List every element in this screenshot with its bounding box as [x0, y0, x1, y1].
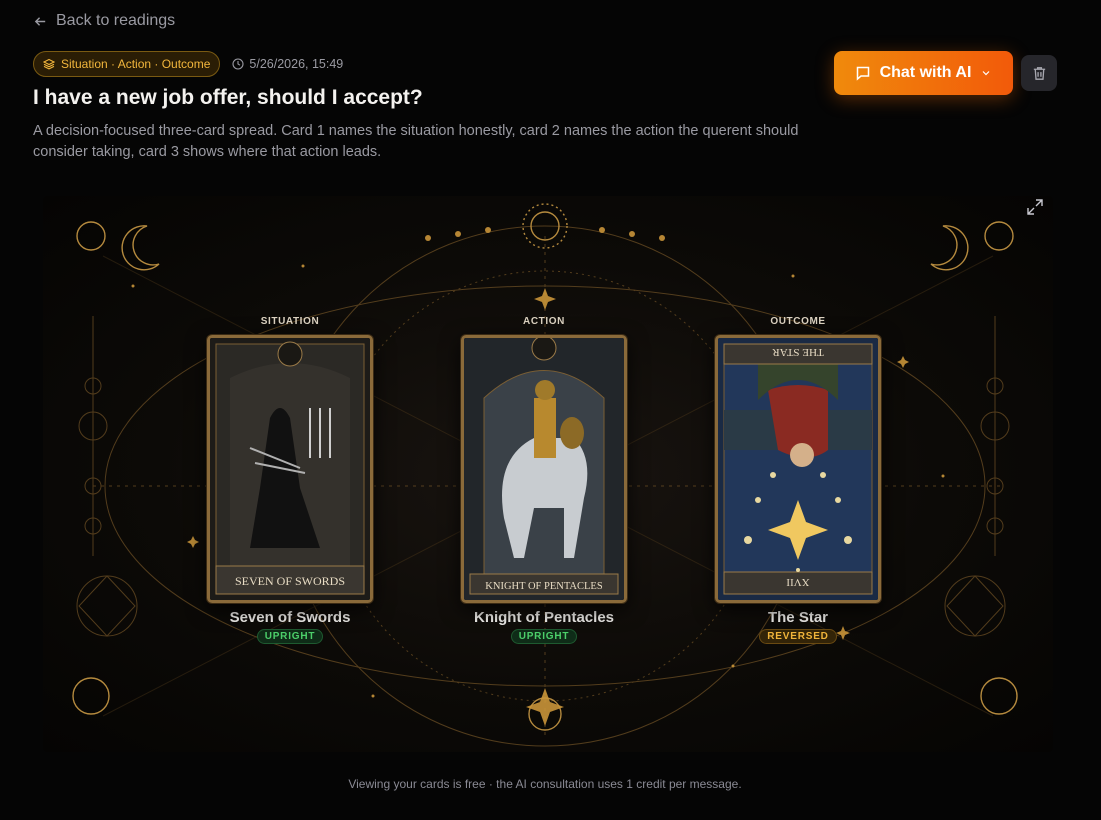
card-position-label: SITUATION	[260, 316, 320, 327]
trash-icon	[1033, 66, 1045, 80]
card-name: Knight of Pentacles	[473, 609, 615, 626]
back-to-readings-link[interactable]: Back to readings	[33, 12, 175, 30]
orientation-badge: UPRIGHT	[510, 629, 578, 644]
expand-icon[interactable]	[1025, 197, 1045, 217]
chat-with-ai-button[interactable]: Chat with AI	[834, 51, 1013, 95]
reading-question: I have a new job offer, should I accept?	[33, 86, 423, 109]
tarot-spread-board: SITUATION SEVEN OF SWORDS Seven of Sword…	[43, 196, 1053, 752]
card-title-text: KNIGHT OF PENTACLES	[485, 581, 603, 592]
chevron-down-icon	[982, 71, 990, 76]
chat-label: Chat with AI	[879, 64, 972, 81]
card-slot-outcome[interactable]: OUTCOME XVII THE STAR The Star REVERSED	[713, 316, 883, 644]
card-image[interactable]: KNIGHT OF PENTACLES	[461, 335, 627, 603]
orientation-badge: REVERSED	[759, 629, 837, 644]
reading-meta: Situation · Action · Outcome 5/26/2026, …	[33, 51, 343, 77]
credit-footnote: Viewing your cards is free · the AI cons…	[348, 777, 742, 791]
card-name: Seven of Swords	[229, 609, 351, 626]
card-slot-action[interactable]: ACTION KNIGHT OF PENTACLES Knight of Pen…	[459, 316, 629, 644]
card-name: The Star	[767, 609, 828, 626]
card-title-text: SEVEN OF SWORDS	[235, 574, 345, 588]
card-image[interactable]: SEVEN OF SWORDS	[207, 335, 373, 603]
orientation-badge: UPRIGHT	[256, 629, 324, 644]
arrow-left-icon	[34, 16, 46, 26]
card-slot-situation[interactable]: SITUATION SEVEN OF SWORDS Seven of Sword…	[205, 316, 375, 644]
card-title-text: THE STAR	[772, 346, 824, 358]
spread-name: Situation · Action · Outcome	[61, 57, 211, 71]
spread-description: A decision-focused three-card spread. Ca…	[33, 123, 799, 160]
layers-icon	[43, 58, 55, 70]
back-label: Back to readings	[56, 12, 176, 29]
card-image[interactable]: XVII THE STAR	[715, 335, 881, 603]
clock-icon	[232, 58, 244, 70]
reading-timestamp: 5/26/2026, 15:49	[232, 57, 343, 71]
card-position-label: OUTCOME	[770, 316, 826, 327]
timestamp-text: 5/26/2026, 15:49	[249, 57, 344, 71]
card-position-label: ACTION	[523, 316, 565, 327]
delete-reading-button[interactable]	[1021, 55, 1057, 91]
spread-badge: Situation · Action · Outcome	[33, 51, 221, 77]
card-numeral-text: XVII	[786, 576, 810, 588]
message-icon	[856, 66, 869, 81]
